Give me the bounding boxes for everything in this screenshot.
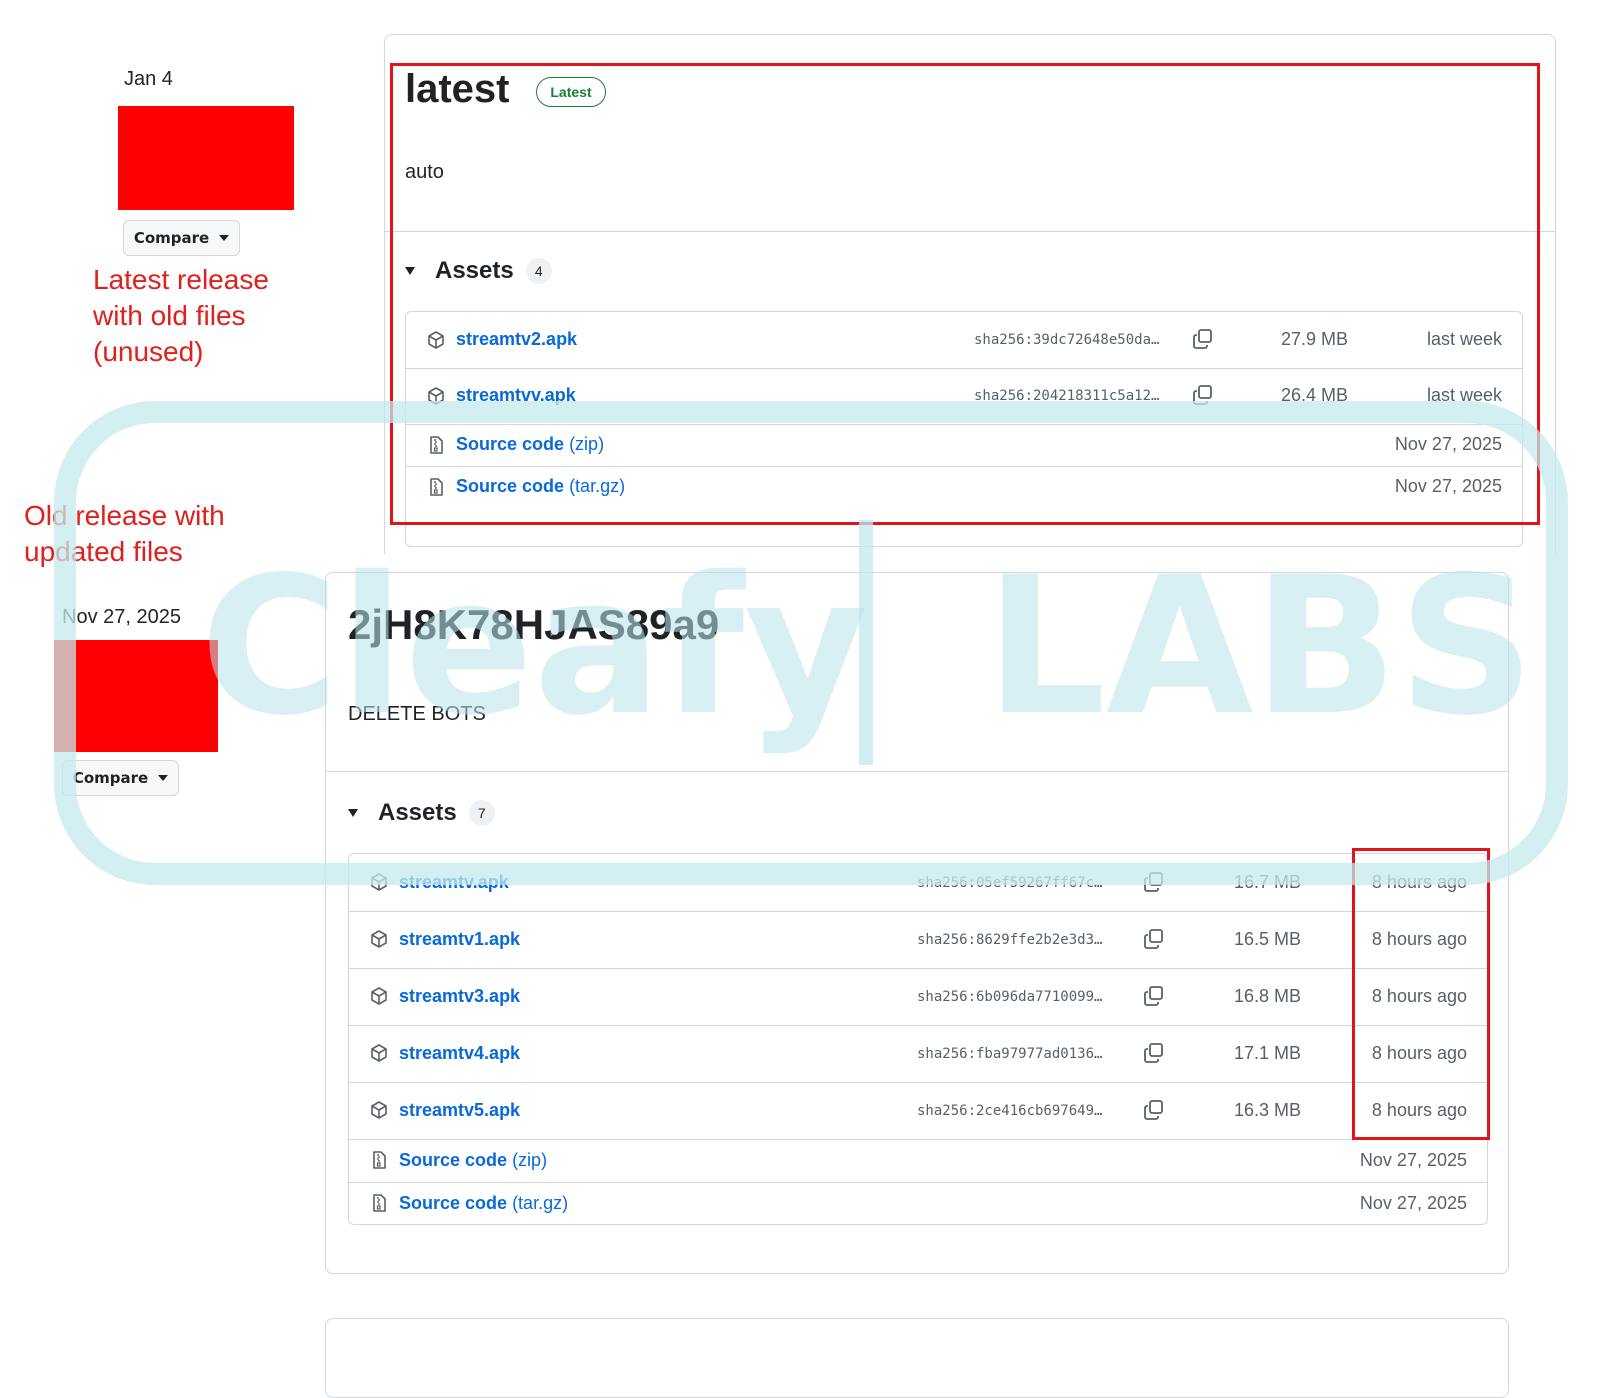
asset-size: 16.7 MB [1233,872,1301,892]
asset-size: 16.5 MB [1233,929,1301,949]
annotation-latest-note: Latest release with old files (unused) [93,262,269,370]
asset-row: streamtv.apk sha256:05ef59267ff67c… 16.7… [349,854,1487,912]
source-row: Source code (zip) Nov 27, 2025 [349,1139,1487,1183]
assets-list: streamtv.apk sha256:05ef59267ff67c… 16.7… [348,853,1488,1225]
annotation-line: Old release with [24,500,225,531]
assets-label: Assets [378,799,457,826]
source-date: Nov 27, 2025 [1359,1193,1467,1213]
copy-icon[interactable] [1143,928,1165,950]
source-code-label: Source code [399,1193,508,1213]
compare-label: Compare [72,769,149,787]
triangle-down-icon [348,809,358,817]
caret-down-icon [158,775,169,781]
file-zip-icon [373,1151,386,1169]
release-card-old: 2jH8K78HJAS89a9 DELETE BOTS Assets 7 str… [325,572,1509,1274]
asset-sha: sha256:6b096da7710099… [917,989,1103,1005]
source-format: (tar.gz) [512,1193,569,1213]
asset-row: streamtv3.apk sha256:6b096da7710099… 16.… [349,968,1487,1026]
divider [326,771,1508,772]
compare-button[interactable]: Compare [123,220,240,256]
assets-count: 7 [468,800,495,826]
asset-link[interactable]: streamtv5.apk [399,1100,520,1121]
release-title[interactable]: 2jH8K78HJAS89a9 [348,601,719,649]
asset-row: streamtv4.apk sha256:fba97977ad0136… 17.… [349,1025,1487,1083]
annotation-line: (unused) [93,336,204,367]
release-date: Jan 4 [124,68,173,90]
asset-sha: sha256:05ef59267ff67c… [917,875,1103,891]
asset-size: 16.8 MB [1233,986,1301,1006]
release-date: Nov 27, 2025 [62,606,181,628]
copy-icon[interactable] [1143,1099,1165,1121]
package-icon [371,930,387,948]
package-icon [371,1044,387,1062]
source-date: Nov 27, 2025 [1359,1150,1467,1170]
highlight-latest-release [390,63,1540,525]
asset-sha: sha256:2ce416cb697649… [917,1103,1103,1119]
source-code-link[interactable]: Source code (tar.gz) [399,1193,568,1214]
redacted-author [54,640,218,752]
release-body: DELETE BOTS [348,703,486,725]
source-row: Source code (tar.gz) Nov 27, 2025 [349,1182,1487,1225]
source-format: (zip) [512,1150,548,1170]
asset-size: 17.1 MB [1233,1043,1301,1063]
package-icon [371,987,387,1005]
redacted-author [118,106,294,210]
file-zip-icon [373,1194,386,1212]
source-code-link[interactable]: Source code (zip) [399,1150,547,1171]
annotation-line: with old files [93,300,246,331]
annotation-old-note: Old release with updated files [24,498,225,570]
asset-row: streamtv5.apk sha256:2ce416cb697649… 16.… [349,1082,1487,1140]
asset-link[interactable]: streamtv1.apk [399,929,520,950]
asset-sha: sha256:8629ffe2b2e3d3… [917,932,1103,948]
caret-down-icon [219,235,230,241]
copy-icon[interactable] [1143,985,1165,1007]
package-icon [371,873,387,891]
source-code-label: Source code [399,1150,508,1170]
asset-link[interactable]: streamtv3.apk [399,986,520,1007]
compare-button[interactable]: Compare [62,760,179,796]
copy-icon[interactable] [1143,871,1165,893]
asset-size: 16.3 MB [1233,1100,1301,1120]
annotation-line: Latest release [93,264,269,295]
assets-toggle[interactable]: Assets 7 [348,799,495,827]
compare-label: Compare [133,229,210,247]
asset-link[interactable]: streamtv.apk [399,872,509,893]
package-icon [371,1101,387,1119]
asset-row: streamtv1.apk sha256:8629ffe2b2e3d3… 16.… [349,911,1487,969]
annotation-line: updated files [24,536,183,567]
release-card-next [325,1318,1509,1398]
asset-sha: sha256:fba97977ad0136… [917,1046,1103,1062]
copy-icon[interactable] [1143,1042,1165,1064]
highlight-update-times [1352,848,1490,1140]
asset-link[interactable]: streamtv4.apk [399,1043,520,1064]
